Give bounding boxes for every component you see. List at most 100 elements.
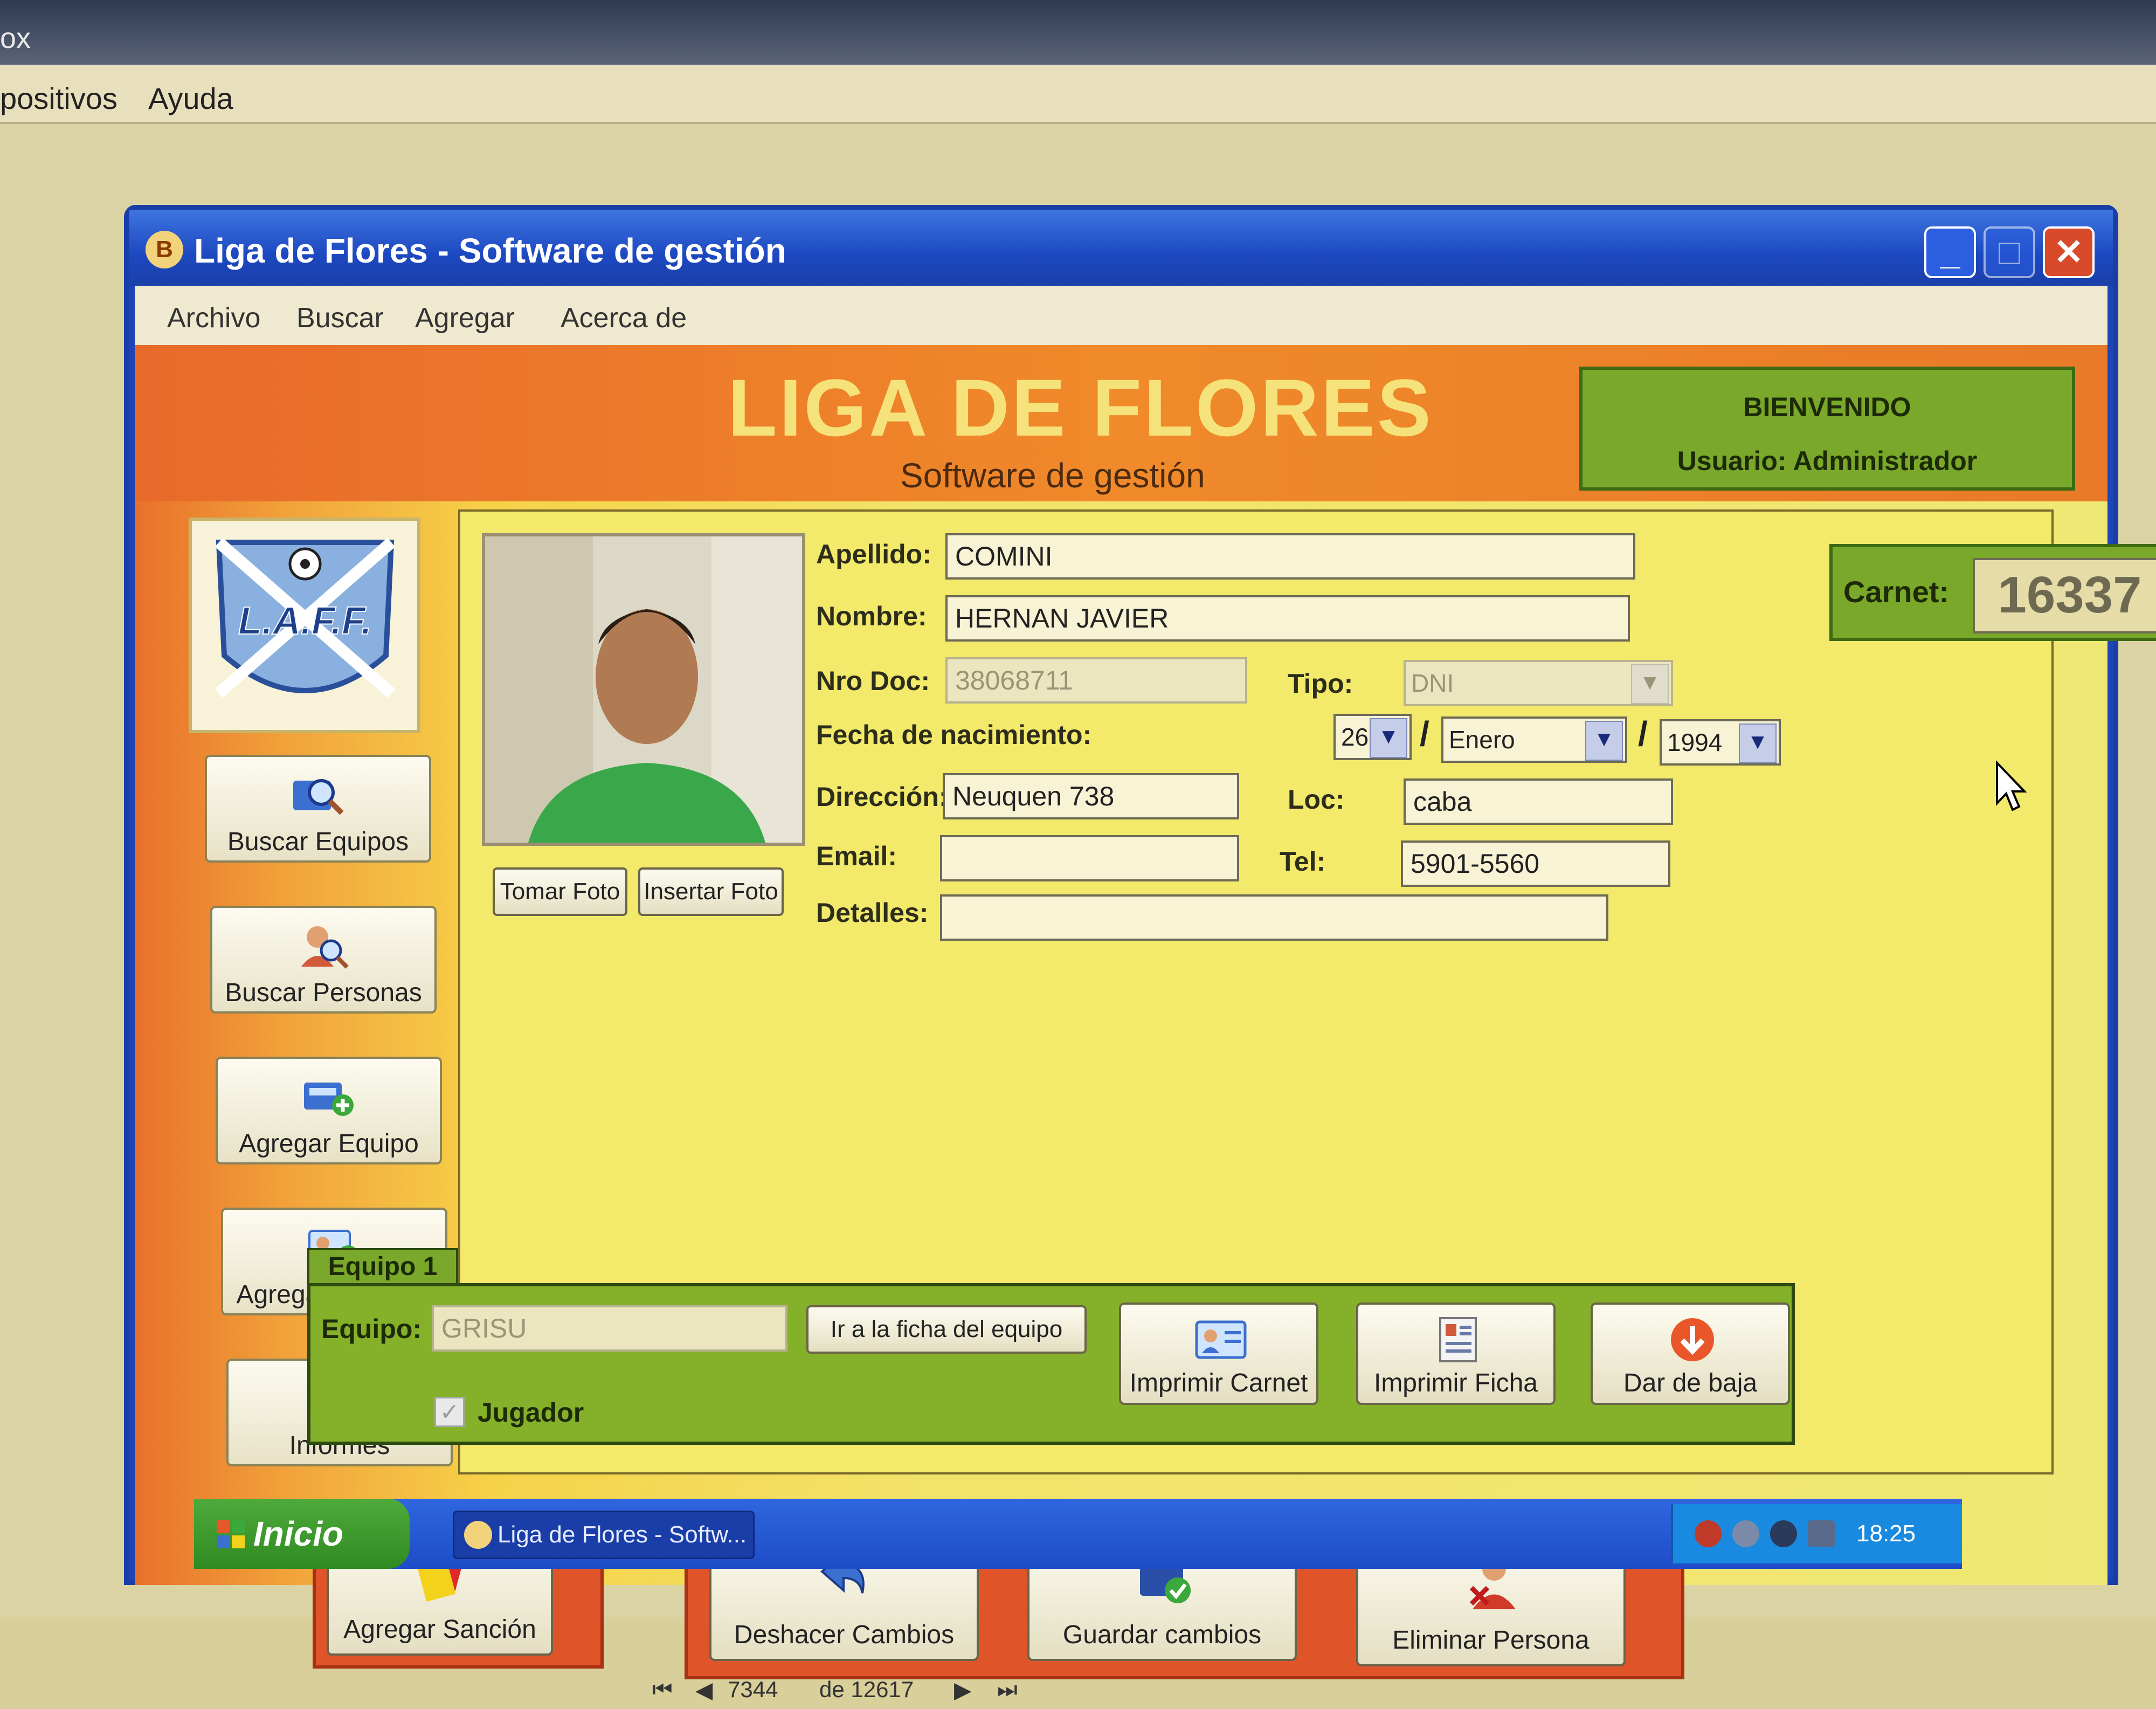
taskbar: Inicio Liga de Flores - Softw... 18:25	[194, 1499, 1962, 1569]
display-icon[interactable]	[1808, 1520, 1835, 1547]
search-teams-button[interactable]: Buscar Equipos	[205, 755, 431, 863]
last-record-button[interactable]: ⏭	[997, 1677, 1018, 1703]
app-window: B Liga de Flores - Software de gestión _…	[124, 205, 2156, 1703]
insert-photo-button[interactable]: Insertar Foto	[638, 867, 784, 916]
birth-month-value: Enero	[1449, 726, 1515, 754]
windows-flag-icon	[217, 1520, 245, 1548]
first-record-button[interactable]: ⏮	[652, 1677, 673, 1703]
equipo-group: Equipo: GRISU Ir a la ficha del equipo ✓…	[307, 1283, 1795, 1445]
chevron-down-icon: ▼	[1370, 718, 1407, 758]
chevron-down-icon: ▼	[1585, 721, 1623, 761]
record-count: de 12617	[819, 1677, 914, 1702]
nombre-label: Nombre:	[816, 601, 927, 631]
tipo-label: Tipo:	[1288, 669, 1353, 699]
host-menubar	[0, 65, 2156, 124]
prev-record-button[interactable]: ◀	[695, 1677, 713, 1703]
taskbar-item-liga-de-flores[interactable]: Liga de Flores - Softw...	[453, 1511, 755, 1559]
league-logo-frame: L.A.F.F.	[189, 518, 420, 733]
action-label: Agregar Sanción	[343, 1615, 536, 1644]
fan-icon[interactable]	[1770, 1520, 1797, 1547]
page-subtitle: Software de gestión	[900, 456, 1205, 495]
start-button[interactable]: Inicio	[194, 1499, 410, 1569]
detalles-field[interactable]	[940, 894, 1608, 941]
main-content: LIGA DE FLORES Software de gestión BIENV…	[135, 345, 2156, 1703]
carnet-number: 16337	[1973, 558, 2156, 633]
take-photo-button[interactable]: Tomar Foto	[493, 867, 627, 916]
loc-field[interactable]: caba	[1404, 778, 1673, 825]
action-label: Imprimir Carnet	[1129, 1369, 1308, 1397]
tipo-select[interactable]: DNI ▼	[1404, 660, 1673, 706]
network-icon[interactable]	[1732, 1520, 1759, 1547]
person-photo	[485, 536, 802, 843]
maximize-button[interactable]: □	[1984, 226, 2035, 278]
direccion-field[interactable]: Neuquen 738	[943, 773, 1239, 819]
doc-field[interactable]: 38068711	[945, 657, 1247, 704]
apellido-field[interactable]: COMINI	[945, 533, 1635, 580]
tel-field[interactable]: 5901-5560	[1401, 840, 1670, 887]
carnet-box: Carnet: 16337	[1829, 544, 2156, 641]
app-icon	[464, 1521, 492, 1549]
welcome-box: BIENVENIDO Usuario: Administrador	[1579, 367, 2075, 491]
date-separator: /	[1420, 714, 1429, 753]
host-menu-dispositivos[interactable]: positivos	[0, 81, 118, 116]
detalles-label: Detalles:	[816, 898, 929, 928]
league-logo: L.A.F.F.	[215, 537, 396, 698]
birth-year-value: 1994	[1667, 728, 1723, 756]
tab-equipo-1[interactable]: Equipo 1	[307, 1248, 458, 1286]
current-record[interactable]: 7344	[728, 1677, 778, 1703]
action-label: Eliminar Persona	[1392, 1626, 1590, 1655]
down-arrow-icon	[1671, 1318, 1714, 1361]
print-card-button[interactable]: Imprimir Carnet	[1119, 1303, 1318, 1405]
window-title: Liga de Flores - Software de gestión	[194, 231, 786, 270]
birth-day-select[interactable]: 26 ▼	[1333, 714, 1412, 760]
menu-acerca-de[interactable]: Acerca de	[561, 302, 687, 334]
menubar: Archivo Buscar Agregar Acerca de	[135, 286, 2107, 345]
birth-year-select[interactable]: 1994 ▼	[1660, 719, 1781, 766]
minimize-button[interactable]: _	[1924, 226, 1976, 278]
clock: 18:25	[1856, 1520, 1916, 1547]
shield-icon[interactable]	[1695, 1520, 1722, 1547]
app-icon: B	[146, 231, 183, 268]
email-label: Email:	[816, 841, 897, 871]
jugador-checkbox[interactable]: ✓	[434, 1397, 465, 1427]
unsubscribe-button[interactable]: Dar de baja	[1591, 1303, 1790, 1405]
record-navigator: ⏮ ◀ 7344 de 12617 ▶ ⏭	[620, 1671, 1159, 1709]
action-label: Guardar cambios	[1062, 1621, 1262, 1649]
person-photo-frame	[482, 533, 805, 846]
host-title: ox	[0, 22, 31, 54]
equipo-label: Equipo:	[321, 1314, 422, 1344]
header-band: LIGA DE FLORES Software de gestión BIENV…	[135, 345, 2107, 501]
birth-day-value: 26	[1341, 723, 1369, 751]
carnet-label: Carnet:	[1843, 575, 1950, 609]
system-tray: 18:25	[1671, 1504, 1962, 1563]
action-label: Dar de baja	[1623, 1369, 1758, 1397]
print-sheet-button[interactable]: Imprimir Ficha	[1356, 1303, 1556, 1405]
menu-agregar[interactable]: Agregar	[415, 302, 515, 334]
add-team-button[interactable]: Agregar Equipo	[216, 1057, 442, 1164]
action-label: Imprimir Ficha	[1373, 1369, 1538, 1397]
menu-archivo[interactable]: Archivo	[167, 302, 260, 334]
search-persons-button[interactable]: Buscar Personas	[210, 906, 437, 1014]
window-titlebar[interactable]: B Liga de Flores - Software de gestión _…	[129, 210, 2113, 286]
user-label: Usuario: Administrador	[1677, 446, 1978, 476]
equipo-field[interactable]: GRISU	[432, 1305, 787, 1352]
close-button[interactable]: ✕	[2043, 226, 2095, 278]
next-record-button[interactable]: ▶	[954, 1677, 971, 1703]
form-sheet-icon	[1439, 1317, 1477, 1362]
nombre-field[interactable]: HERNAN JAVIER	[945, 595, 1630, 642]
logo-text: L.A.F.F.	[238, 599, 372, 643]
email-field[interactable]	[940, 835, 1239, 881]
goto-team-button[interactable]: Ir a la ficha del equipo	[806, 1305, 1087, 1354]
sidebar-item-label: Buscar Personas	[225, 978, 422, 1007]
jugador-label: Jugador	[478, 1397, 584, 1428]
search-person-icon	[301, 926, 349, 969]
host-menu-ayuda[interactable]: Ayuda	[148, 81, 233, 116]
direccion-label: Dirección:	[816, 782, 948, 812]
date-separator: /	[1638, 714, 1648, 753]
welcome-text: BIENVENIDO	[1743, 392, 1911, 422]
doc-label: Nro Doc:	[816, 666, 930, 696]
birth-month-select[interactable]: Enero ▼	[1441, 716, 1627, 763]
chevron-down-icon: ▼	[1631, 664, 1669, 704]
menu-buscar[interactable]: Buscar	[296, 302, 384, 334]
page-title: LIGA DE FLORES	[728, 362, 1433, 453]
